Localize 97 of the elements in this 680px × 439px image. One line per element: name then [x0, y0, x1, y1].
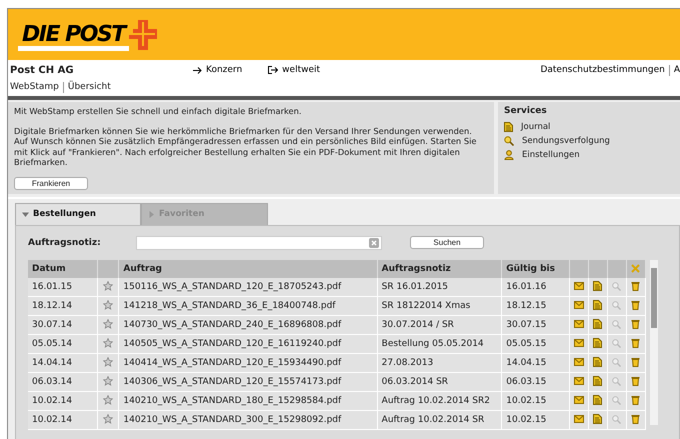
document-icon[interactable]: [593, 319, 602, 330]
table-cell: 16.01.15: [28, 278, 98, 296]
services-title: Services: [504, 106, 548, 116]
table-cell: 150116_WS_A_STANDARD_120_E_18705243.pdf: [118, 278, 378, 296]
service-link[interactable]: Einstellungen: [522, 150, 580, 160]
document-icon[interactable]: [593, 300, 602, 310]
table-cell: 10.02.15: [502, 410, 570, 429]
table-cell: 14.04.14: [28, 353, 98, 372]
footer-link[interactable]: Datenschutzbestimmungen: [540, 65, 665, 75]
table-cell: 30.07.2014 / SR: [377, 315, 502, 334]
tab[interactable]: Bestellungen: [15, 202, 141, 224]
table-cell: 140306_WS_A_STANDARD_120_E_15574173.pdf: [118, 372, 378, 391]
intro-lead: Mit WebStamp erstellen Sie schnell und einfach digitale Briefmarken.: [14, 106, 303, 116]
star-icon[interactable]: [103, 300, 114, 310]
envelope-icon[interactable]: [574, 415, 584, 424]
document-icon[interactable]: [593, 338, 602, 348]
table-cell: 30.07.15: [502, 315, 570, 334]
trash-icon[interactable]: [631, 357, 640, 368]
table-cell: 06.03.14: [28, 372, 98, 391]
table-cell: 140414_WS_A_STANDARD_120_E_15934490.pdf: [118, 353, 378, 372]
table-cell: 10.02.14: [28, 391, 98, 410]
column-header[interactable]: Gültig bis: [502, 260, 570, 278]
frankieren-button[interactable]: Frankieren: [14, 176, 88, 190]
table-cell: 30.07.14: [28, 315, 98, 334]
table-cell: 05.05.15: [502, 334, 570, 353]
document-icon[interactable]: [593, 376, 602, 386]
envelope-icon[interactable]: [574, 320, 584, 328]
trash-icon[interactable]: [631, 376, 640, 386]
trash-icon[interactable]: [631, 395, 640, 406]
caret-right-icon: [148, 210, 155, 218]
document-icon: [504, 122, 513, 132]
table-cell: 14.04.15: [502, 353, 570, 372]
scrollbar[interactable]: [650, 260, 658, 424]
scrollbar-thumb[interactable]: [651, 268, 657, 328]
service-link[interactable]: Journal: [521, 122, 550, 132]
table-cell: 18.12.14: [28, 296, 98, 315]
table-cell: 06.03.15: [502, 372, 570, 391]
table-cell: 140210_WS_A_STANDARD_300_E_15298092.pdf: [118, 410, 378, 429]
breadcrumb-link[interactable]: Übersicht: [68, 82, 111, 92]
column-header[interactable]: Auftragsnotiz: [377, 260, 502, 278]
table-cell: 10.02.14: [28, 410, 98, 429]
envelope-icon[interactable]: [574, 339, 584, 348]
intro-text: Digitale Briefmarken können Sie wie herkömmliche Briefmarken für den Versand Ihrer Sendungen verwenden. Auf Wunsch können Sie zusätzlich Empfängeradressen erfassen und ein persönliches Bild einfügen. Starten Sie mit Klick auf "Frankieren". Nach erfolgreicher Bestellung erhalten Sie ein PDF-Dokument mit Ihren digitalen Briefmarken.: [14, 126, 478, 168]
service-link[interactable]: Sendungsverfolgung: [522, 136, 610, 146]
star-icon[interactable]: [103, 281, 114, 292]
envelope-icon[interactable]: [574, 358, 584, 366]
document-icon[interactable]: [593, 357, 602, 368]
table-cell: 16.01.16: [502, 278, 570, 296]
breadcrumb-link[interactable]: WebStamp: [10, 82, 59, 92]
search-icon: [504, 136, 514, 146]
table-cell: 18.12.15: [502, 296, 570, 315]
document-icon[interactable]: [593, 395, 602, 406]
star-icon[interactable]: [103, 357, 114, 368]
caret-down-icon: [22, 210, 29, 218]
star-icon[interactable]: [103, 376, 114, 386]
column-header[interactable]: Auftrag: [118, 260, 378, 278]
footer-link[interactable]: A: [674, 65, 680, 75]
nav-link[interactable]: weltweit: [268, 65, 320, 75]
search-label: Auftragsnotiz:: [28, 238, 102, 248]
table-cell: 27.08.2013: [377, 353, 502, 372]
envelope-icon[interactable]: [574, 377, 584, 386]
document-icon[interactable]: [593, 414, 602, 424]
table-cell: Bestellung 05.05.2014: [377, 334, 502, 353]
search-button[interactable]: Suchen: [410, 236, 484, 249]
document-icon[interactable]: [593, 281, 602, 292]
trash-icon[interactable]: [631, 281, 640, 292]
envelope-icon[interactable]: [574, 301, 584, 310]
table-cell: 140505_WS_A_STANDARD_120_E_16119240.pdf: [118, 334, 378, 353]
table-cell: 140210_WS_A_STANDARD_180_E_15298584.pdf: [118, 391, 378, 410]
table-cell: 05.05.14: [28, 334, 98, 353]
column-header[interactable]: Datum: [28, 260, 98, 278]
clear-icon[interactable]: [369, 238, 379, 248]
table-cell: 141218_WS_A_STANDARD_36_E_18400748.pdf: [118, 296, 378, 315]
search-field[interactable]: [136, 236, 382, 250]
exit-icon: [268, 66, 278, 74]
table-cell: 06.03.2014 SR: [377, 372, 502, 391]
table-cell: 10.02.15: [502, 391, 570, 410]
logo-text[interactable]: DIE POST: [18, 24, 129, 44]
trash-icon[interactable]: [631, 300, 640, 310]
star-icon[interactable]: [103, 414, 114, 424]
table-cell: SR 18122014 Xmas: [377, 296, 502, 315]
envelope-icon[interactable]: [574, 282, 584, 290]
star-icon[interactable]: [103, 319, 114, 330]
arrow-right-icon: [193, 66, 202, 74]
envelope-icon[interactable]: [574, 396, 584, 404]
trash-icon[interactable]: [631, 414, 640, 424]
table-cell: 140730_WS_A_STANDARD_240_E_16896808.pdf: [118, 315, 378, 334]
table-cell: Auftrag 10.02.2014 SR2: [377, 391, 502, 410]
star-icon[interactable]: [103, 338, 114, 348]
table-cell: Auftrag 10.02.2014 SR: [377, 410, 502, 429]
table-cell: SR 16.01.2015: [377, 278, 502, 296]
nav-link[interactable]: Konzern: [193, 65, 242, 75]
company-name: Post CH AG: [10, 64, 75, 76]
star-icon[interactable]: [103, 395, 114, 406]
trash-icon[interactable]: [631, 338, 640, 348]
user-icon: [504, 150, 514, 160]
trash-icon[interactable]: [631, 319, 640, 330]
